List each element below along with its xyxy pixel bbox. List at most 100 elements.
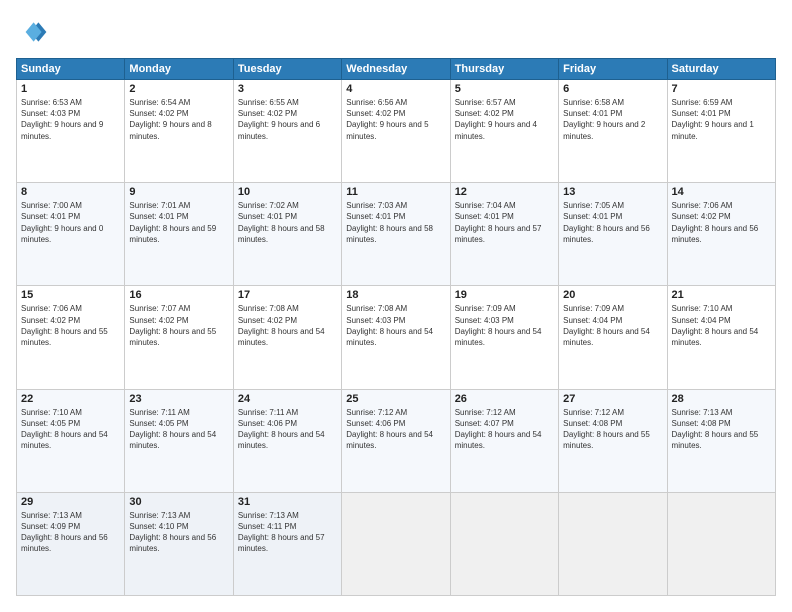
week-row-3: 15Sunrise: 7:06 AMSunset: 4:02 PMDayligh… — [17, 286, 776, 389]
day-number: 19 — [455, 289, 554, 301]
day-number: 28 — [672, 393, 771, 405]
cell-content: Sunrise: 7:07 AMSunset: 4:02 PMDaylight:… — [129, 303, 228, 348]
day-number: 14 — [672, 186, 771, 198]
calendar-cell: 5 Sunrise: 6:57 AMSunset: 4:02 PMDaylight… — [450, 80, 558, 183]
day-header-wednesday: Wednesday — [342, 59, 450, 80]
day-header-thursday: Thursday — [450, 59, 558, 80]
day-number: 5 — [455, 83, 554, 95]
calendar-cell: 20 Sunrise: 7:09 AMSunset: 4:04 PMDayligh… — [559, 286, 667, 389]
calendar-cell — [450, 492, 558, 595]
cell-content: Sunrise: 6:59 AMSunset: 4:01 PMDaylight:… — [672, 97, 771, 142]
cell-content: Sunrise: 7:03 AMSunset: 4:01 PMDaylight:… — [346, 200, 445, 245]
calendar-cell: 29Sunrise: 7:13 AMSunset: 4:09 PMDayligh… — [17, 492, 125, 595]
calendar-cell: 8 Sunrise: 7:00 AMSunset: 4:01 PMDaylight… — [17, 183, 125, 286]
cell-content: Sunrise: 6:54 AMSunset: 4:02 PMDaylight:… — [129, 97, 228, 142]
cell-content: Sunrise: 7:10 AMSunset: 4:05 PMDaylight:… — [21, 407, 120, 452]
calendar-cell: 15Sunrise: 7:06 AMSunset: 4:02 PMDayligh… — [17, 286, 125, 389]
day-number: 7 — [672, 83, 771, 95]
page: SundayMondayTuesdayWednesdayThursdayFrid… — [0, 0, 792, 612]
day-number: 1 — [21, 83, 120, 95]
week-row-4: 22 Sunrise: 7:10 AMSunset: 4:05 PMDayligh… — [17, 389, 776, 492]
cell-content: Sunrise: 6:55 AMSunset: 4:02 PMDaylight:… — [238, 97, 337, 142]
calendar-cell: 7 Sunrise: 6:59 AMSunset: 4:01 PMDaylight… — [667, 80, 775, 183]
cell-content: Sunrise: 6:58 AMSunset: 4:01 PMDaylight:… — [563, 97, 662, 142]
calendar-cell: 9 Sunrise: 7:01 AMSunset: 4:01 PMDaylight… — [125, 183, 233, 286]
calendar-cell: 19 Sunrise: 7:09 AMSunset: 4:03 PMDayligh… — [450, 286, 558, 389]
header — [16, 16, 776, 48]
calendar-cell: 26 Sunrise: 7:12 AMSunset: 4:07 PMDayligh… — [450, 389, 558, 492]
cell-content: Sunrise: 7:05 AMSunset: 4:01 PMDaylight:… — [563, 200, 662, 245]
calendar-cell — [667, 492, 775, 595]
day-number: 15 — [21, 289, 120, 301]
calendar-table: SundayMondayTuesdayWednesdayThursdayFrid… — [16, 58, 776, 596]
cell-content: Sunrise: 7:13 AMSunset: 4:10 PMDaylight:… — [129, 510, 228, 555]
cell-content: Sunrise: 7:12 AMSunset: 4:07 PMDaylight:… — [455, 407, 554, 452]
day-number: 8 — [21, 186, 120, 198]
cell-content: Sunrise: 7:04 AMSunset: 4:01 PMDaylight:… — [455, 200, 554, 245]
header-row: SundayMondayTuesdayWednesdayThursdayFrid… — [17, 59, 776, 80]
day-number: 30 — [129, 496, 228, 508]
calendar-cell: 31 Sunrise: 7:13 AMSunset: 4:11 PMDayligh… — [233, 492, 341, 595]
day-number: 17 — [238, 289, 337, 301]
calendar-cell: 1 Sunrise: 6:53 AMSunset: 4:03 PMDaylight… — [17, 80, 125, 183]
cell-content: Sunrise: 7:09 AMSunset: 4:03 PMDaylight:… — [455, 303, 554, 348]
day-number: 26 — [455, 393, 554, 405]
calendar-cell: 18 Sunrise: 7:08 AMSunset: 4:03 PMDayligh… — [342, 286, 450, 389]
day-number: 22 — [21, 393, 120, 405]
day-number: 20 — [563, 289, 662, 301]
calendar-cell: 6Sunrise: 6:58 AMSunset: 4:01 PMDaylight… — [559, 80, 667, 183]
cell-content: Sunrise: 7:10 AMSunset: 4:04 PMDaylight:… — [672, 303, 771, 348]
cell-content: Sunrise: 7:11 AMSunset: 4:06 PMDaylight:… — [238, 407, 337, 452]
day-header-tuesday: Tuesday — [233, 59, 341, 80]
calendar-cell: 12 Sunrise: 7:04 AMSunset: 4:01 PMDayligh… — [450, 183, 558, 286]
cell-content: Sunrise: 7:08 AMSunset: 4:03 PMDaylight:… — [346, 303, 445, 348]
calendar-cell — [342, 492, 450, 595]
day-header-friday: Friday — [559, 59, 667, 80]
calendar-cell: 14 Sunrise: 7:06 AMSunset: 4:02 PMDayligh… — [667, 183, 775, 286]
day-header-monday: Monday — [125, 59, 233, 80]
week-row-2: 8 Sunrise: 7:00 AMSunset: 4:01 PMDaylight… — [17, 183, 776, 286]
cell-content: Sunrise: 7:13 AMSunset: 4:11 PMDaylight:… — [238, 510, 337, 555]
day-number: 18 — [346, 289, 445, 301]
day-number: 11 — [346, 186, 445, 198]
calendar-cell: 11 Sunrise: 7:03 AMSunset: 4:01 PMDayligh… — [342, 183, 450, 286]
day-number: 2 — [129, 83, 228, 95]
cell-content: Sunrise: 7:13 AMSunset: 4:08 PMDaylight:… — [672, 407, 771, 452]
cell-content: Sunrise: 7:11 AMSunset: 4:05 PMDaylight:… — [129, 407, 228, 452]
day-number: 27 — [563, 393, 662, 405]
cell-content: Sunrise: 7:09 AMSunset: 4:04 PMDaylight:… — [563, 303, 662, 348]
week-row-5: 29Sunrise: 7:13 AMSunset: 4:09 PMDayligh… — [17, 492, 776, 595]
day-header-sunday: Sunday — [17, 59, 125, 80]
calendar-cell: 2 Sunrise: 6:54 AMSunset: 4:02 PMDaylight… — [125, 80, 233, 183]
cell-content: Sunrise: 7:01 AMSunset: 4:01 PMDaylight:… — [129, 200, 228, 245]
day-number: 13 — [563, 186, 662, 198]
day-number: 31 — [238, 496, 337, 508]
week-row-1: 1 Sunrise: 6:53 AMSunset: 4:03 PMDaylight… — [17, 80, 776, 183]
cell-content: Sunrise: 7:00 AMSunset: 4:01 PMDaylight:… — [21, 200, 120, 245]
logo-icon — [16, 16, 48, 48]
day-number: 25 — [346, 393, 445, 405]
day-number: 21 — [672, 289, 771, 301]
calendar-cell — [559, 492, 667, 595]
calendar-cell: 22 Sunrise: 7:10 AMSunset: 4:05 PMDayligh… — [17, 389, 125, 492]
cell-content: Sunrise: 7:13 AMSunset: 4:09 PMDaylight:… — [21, 510, 120, 555]
calendar-cell: 21 Sunrise: 7:10 AMSunset: 4:04 PMDayligh… — [667, 286, 775, 389]
calendar-cell: 25Sunrise: 7:12 AMSunset: 4:06 PMDayligh… — [342, 389, 450, 492]
calendar-cell: 23Sunrise: 7:11 AMSunset: 4:05 PMDayligh… — [125, 389, 233, 492]
calendar-cell: 28 Sunrise: 7:13 AMSunset: 4:08 PMDayligh… — [667, 389, 775, 492]
calendar-cell: 16 Sunrise: 7:07 AMSunset: 4:02 PMDayligh… — [125, 286, 233, 389]
cell-content: Sunrise: 7:06 AMSunset: 4:02 PMDaylight:… — [672, 200, 771, 245]
cell-content: Sunrise: 6:57 AMSunset: 4:02 PMDaylight:… — [455, 97, 554, 142]
calendar-cell: 30 Sunrise: 7:13 AMSunset: 4:10 PMDayligh… — [125, 492, 233, 595]
day-number: 12 — [455, 186, 554, 198]
calendar-cell: 24Sunrise: 7:11 AMSunset: 4:06 PMDayligh… — [233, 389, 341, 492]
calendar-cell: 13 Sunrise: 7:05 AMSunset: 4:01 PMDayligh… — [559, 183, 667, 286]
calendar-cell: 17 Sunrise: 7:08 AMSunset: 4:02 PMDayligh… — [233, 286, 341, 389]
day-header-saturday: Saturday — [667, 59, 775, 80]
day-number: 3 — [238, 83, 337, 95]
cell-content: Sunrise: 7:02 AMSunset: 4:01 PMDaylight:… — [238, 200, 337, 245]
cell-content: Sunrise: 6:53 AMSunset: 4:03 PMDaylight:… — [21, 97, 120, 142]
day-number: 9 — [129, 186, 228, 198]
day-number: 16 — [129, 289, 228, 301]
cell-content: Sunrise: 7:08 AMSunset: 4:02 PMDaylight:… — [238, 303, 337, 348]
